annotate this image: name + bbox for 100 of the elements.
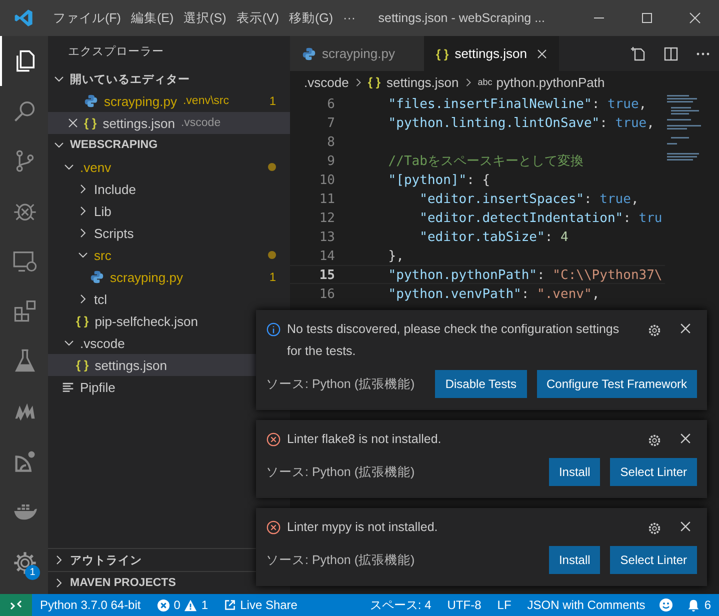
open-editor-item[interactable]: scrayping.py .venv\src 1 xyxy=(48,90,290,112)
chevron-icon xyxy=(354,78,363,86)
action-button[interactable]: Disable Tests xyxy=(435,370,526,398)
status-item[interactable]: LF xyxy=(489,598,520,612)
remote-icon xyxy=(10,599,22,611)
code-line: "editor.insertSpaces": true, xyxy=(418,191,639,207)
line-number: 12 xyxy=(318,210,335,226)
action-button[interactable]: Configure Test Framework xyxy=(536,370,697,398)
settings-icon[interactable] xyxy=(647,521,662,536)
menu-item[interactable]: 表示(V) xyxy=(231,10,284,26)
python-interpreter[interactable]: Python 3.7.0 64-bit xyxy=(32,598,149,612)
open-editor-item[interactable]: { } settings.json .vscode xyxy=(48,112,290,134)
tree-item-label: Pipfile xyxy=(80,380,116,394)
file-name: scrayping.py xyxy=(104,94,177,108)
breadcrumb-item[interactable]: settings.json xyxy=(386,74,459,90)
error-count[interactable]: 0 xyxy=(174,598,180,612)
notification-message: Linter mypy is not installed. xyxy=(287,519,439,536)
smiley-icon[interactable] xyxy=(659,598,674,612)
live-share-link[interactable]: Live Share xyxy=(240,598,298,612)
close-icon[interactable] xyxy=(536,48,547,58)
problem-dot xyxy=(268,251,276,259)
tree-item[interactable]: .venv xyxy=(48,156,290,178)
chevron-icon xyxy=(64,162,74,172)
line-number: 14 xyxy=(318,248,335,264)
status-item[interactable]: UTF-8 xyxy=(439,598,490,612)
error-icon xyxy=(156,598,170,612)
code-line: "[python]": { xyxy=(387,172,490,188)
section-header[interactable]: 開いているエディター xyxy=(48,68,290,90)
code-line: "python.linting.lintOnSave": true, xyxy=(387,115,654,131)
close-icon[interactable] xyxy=(680,521,691,532)
warning-icon xyxy=(184,598,198,612)
settings-icon[interactable] xyxy=(647,323,662,338)
breadcrumb-item[interactable]: .vscode xyxy=(304,74,349,90)
status-item[interactable]: JSON with Comments xyxy=(519,598,654,612)
python-icon xyxy=(84,94,98,108)
extensions-icon xyxy=(12,298,38,324)
file-path: .vscode xyxy=(180,117,221,129)
problem-count: 1 xyxy=(269,270,276,284)
code-line: "python.venvPath": ".venv", xyxy=(387,286,600,302)
json-braces-icon: { } xyxy=(368,75,380,89)
error-icon xyxy=(266,520,281,535)
close-icon[interactable] xyxy=(68,118,78,128)
line-number: 9 xyxy=(326,153,335,169)
menu-item[interactable]: 編集(E) xyxy=(126,10,179,26)
tree-item-label: pip-selfcheck.json xyxy=(94,314,198,328)
python-icon xyxy=(302,46,316,60)
maximize-icon[interactable] xyxy=(641,12,653,24)
status-item[interactable]: スペース: 4 xyxy=(362,596,440,614)
breadcrumb-item[interactable]: python.pythonPath xyxy=(496,74,605,90)
editor-tab[interactable]: scrayping.py xyxy=(290,36,424,71)
chevron-icon xyxy=(54,555,64,565)
menu-item[interactable]: 移動(G) xyxy=(284,10,338,26)
editor-tab[interactable]: { } settings.json xyxy=(424,36,559,71)
bell-icon xyxy=(687,598,700,612)
file-name: settings.json xyxy=(102,116,175,130)
share-icon xyxy=(224,599,236,611)
tree-item[interactable]: src xyxy=(48,244,290,266)
text-file-icon xyxy=(62,381,74,393)
problem-dot xyxy=(268,163,276,171)
tree-item[interactable]: tcl xyxy=(48,288,290,310)
section-title: アウトライン xyxy=(70,554,142,568)
app-logo-icon xyxy=(14,8,34,28)
tree-item[interactable]: Scripts xyxy=(48,222,290,244)
code-line: "editor.tabSize": 4 xyxy=(418,229,568,245)
code-line: "python.pythonPath": "C:\\Python37\ xyxy=(387,267,662,283)
action-button[interactable]: Select Linter xyxy=(610,546,697,574)
chevron-icon xyxy=(78,294,88,304)
settings-icon[interactable] xyxy=(647,433,662,448)
flask-icon xyxy=(12,348,38,374)
menu-item[interactable]: ファイル(F) xyxy=(48,10,126,26)
tree-item-label: .venv xyxy=(80,160,112,174)
action-button[interactable]: Select Linter xyxy=(610,458,697,486)
close-icon[interactable] xyxy=(680,323,691,334)
line-number: 8 xyxy=(326,134,335,150)
tree-item[interactable]: Include xyxy=(48,178,290,200)
notification-count[interactable]: 6 xyxy=(704,598,711,612)
split-editor-icon[interactable] xyxy=(663,46,679,62)
menu-item[interactable]: 選択(S) xyxy=(178,10,232,26)
symbol-label: abc xyxy=(478,77,492,87)
tree-item[interactable]: Lib xyxy=(48,200,290,222)
tree-item[interactable]: scrayping.py 1 xyxy=(48,266,290,288)
section-header[interactable]: WEBSCRAPING xyxy=(48,134,290,156)
python-icon xyxy=(90,270,104,284)
close-icon[interactable] xyxy=(680,433,691,444)
chevron-icon xyxy=(64,338,74,348)
action-button[interactable]: Install xyxy=(548,546,600,574)
line-number: 6 xyxy=(326,96,335,112)
open-changes-icon[interactable] xyxy=(631,46,647,62)
code-line: }, xyxy=(387,248,404,264)
line-number: 13 xyxy=(318,229,335,245)
line-number: 15 xyxy=(318,267,335,283)
settings-icon[interactable] xyxy=(12,550,38,576)
tree-item-label: src xyxy=(94,248,112,262)
close-icon[interactable] xyxy=(689,12,701,24)
warning-count[interactable]: 1 xyxy=(201,598,208,612)
remote-indicator[interactable] xyxy=(0,594,32,616)
tree-item-label: settings.json xyxy=(94,358,167,372)
menu-item[interactable]: ··· xyxy=(338,11,361,25)
action-button[interactable]: Install xyxy=(548,458,600,486)
window-title: settings.json - webScraping ... xyxy=(377,11,546,25)
